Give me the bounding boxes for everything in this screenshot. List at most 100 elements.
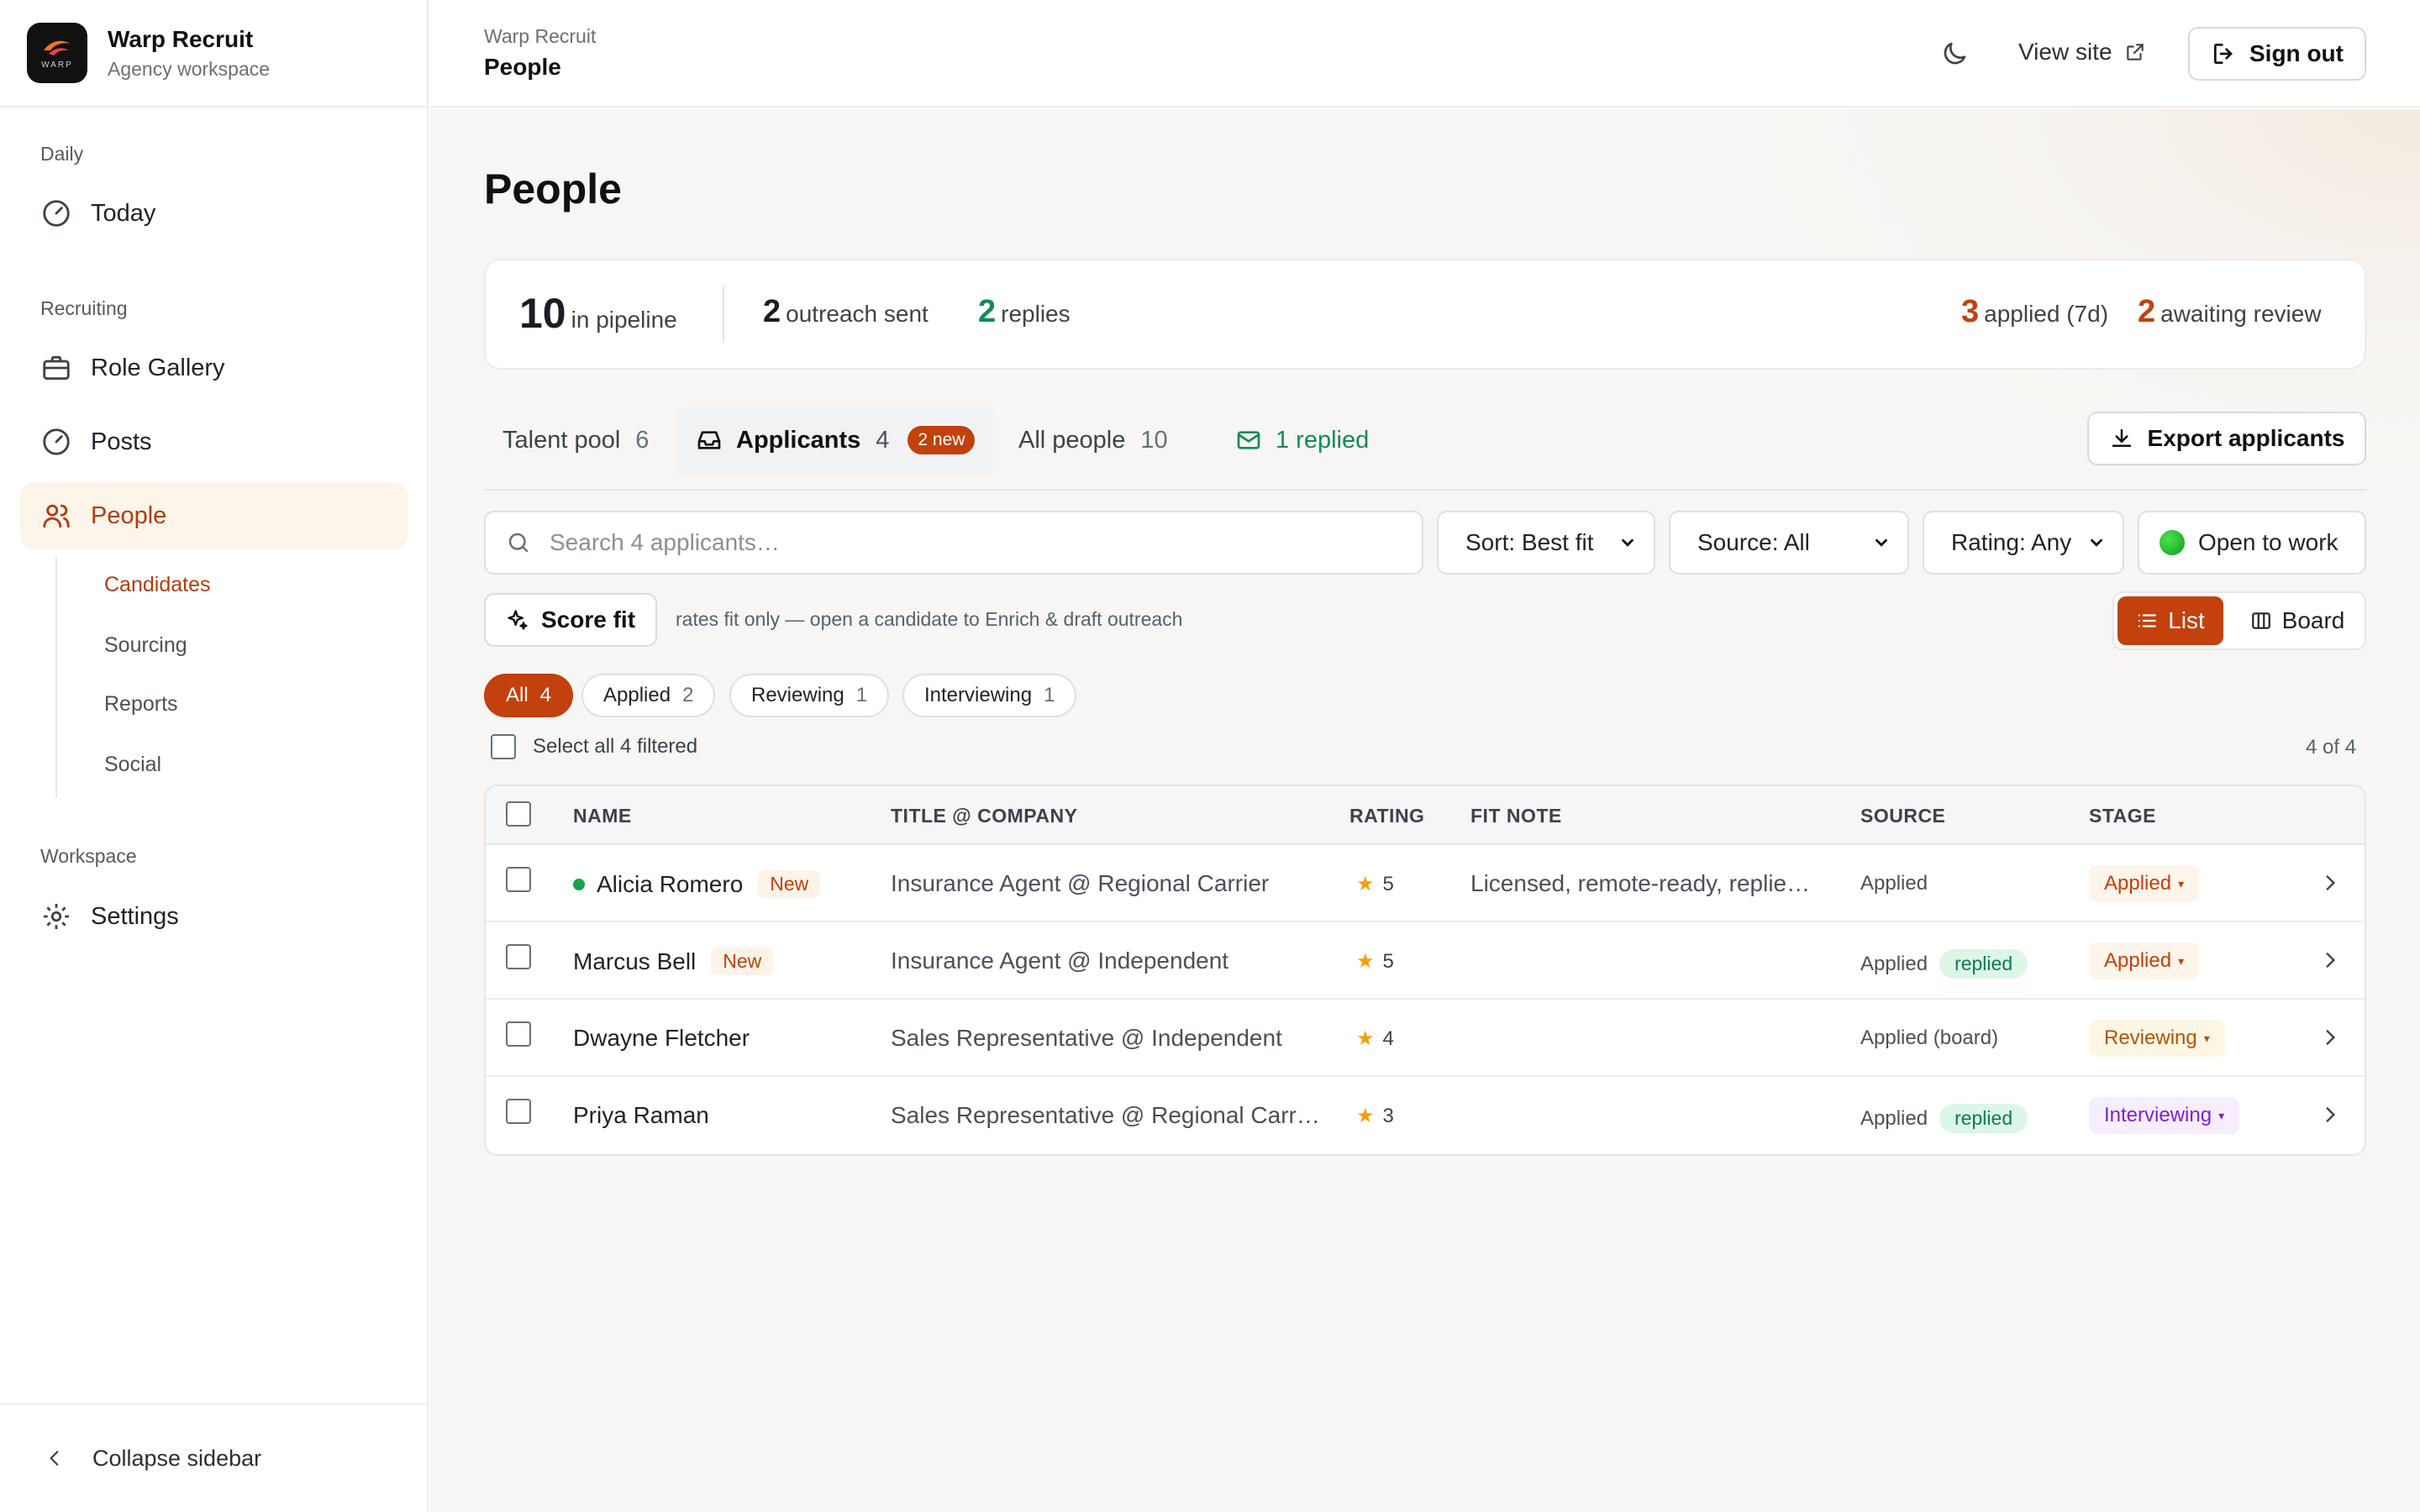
inbox-icon <box>697 431 721 449</box>
candidate-source: Applied (board) <box>1860 1026 1998 1050</box>
tab-all-people[interactable]: All people 10 <box>1018 407 1168 474</box>
candidate-name-cell: Alicia Romero New <box>573 870 821 898</box>
row-checkbox[interactable] <box>506 867 531 892</box>
fit-note: Licensed, remote-ready, replie… <box>1470 870 1811 896</box>
chevron-right-icon[interactable] <box>2319 1104 2341 1126</box>
score-fit-button[interactable]: Score fit <box>484 593 657 647</box>
table-row[interactable]: Priya Raman Sales Representative @ Regio… <box>486 1077 2365 1154</box>
tab-talent-pool[interactable]: Talent pool 6 <box>502 407 649 474</box>
sidebar-item-people[interactable]: People <box>20 482 408 549</box>
rating-value: 3 <box>1382 1105 1394 1127</box>
row-checkbox[interactable] <box>506 1021 531 1047</box>
stage-dropdown[interactable]: Applied ▾ <box>2089 865 2200 902</box>
chevron-down-icon <box>1622 538 1634 547</box>
candidate-name[interactable]: Dwayne Fletcher <box>573 1025 750 1052</box>
column-header-source[interactable]: SOURCE <box>1860 805 1945 827</box>
sidebar-item-settings[interactable]: Settings <box>20 883 408 950</box>
list-view-button[interactable]: List <box>2118 596 2223 645</box>
row-checkbox[interactable] <box>506 944 531 969</box>
tab-applicants[interactable]: Applicants 4 2 new <box>677 407 994 474</box>
sign-out-button[interactable]: Sign out <box>2188 27 2366 81</box>
stat-applied-label: applied (7d) <box>1984 301 2109 327</box>
open-to-work-toggle[interactable]: Open to work <box>2138 511 2366 575</box>
chevron-right-icon[interactable] <box>2319 949 2341 971</box>
stat-outreach-value: 2 <box>763 294 781 329</box>
header-checkbox[interactable] <box>506 801 531 827</box>
star-icon: ★ <box>1356 950 1375 973</box>
stage-dropdown[interactable]: Reviewing ▾ <box>2089 1020 2225 1057</box>
stage-chip-reviewing[interactable]: Reviewing 1 <box>729 674 890 717</box>
candidate-name[interactable]: Alicia Romero <box>597 871 743 898</box>
stage-dropdown[interactable]: Applied ▾ <box>2089 942 2200 979</box>
page-title: People <box>484 165 622 213</box>
columns-icon <box>2251 612 2270 629</box>
candidate-name[interactable]: Marcus Bell <box>573 948 696 975</box>
search-icon <box>508 533 529 553</box>
source-value: Applied <box>1860 952 1928 975</box>
view-site-link[interactable]: View site <box>2018 39 2146 66</box>
stage-dropdown[interactable]: Interviewing ▾ <box>2089 1097 2240 1134</box>
sidebar-item-posts[interactable]: Posts <box>20 408 408 475</box>
tab-replied[interactable]: 1 replied <box>1235 407 1369 474</box>
sidebar-item-role-gallery[interactable]: Role Gallery <box>20 334 408 402</box>
search-box[interactable] <box>484 511 1423 575</box>
candidate-source: Applied <box>1860 872 1928 895</box>
rating-select[interactable]: Rating: Any <box>1923 511 2124 575</box>
chevron-right-icon[interactable] <box>2319 872 2341 894</box>
column-header-stage[interactable]: STAGE <box>2089 805 2156 827</box>
brand[interactable]: WARP Warp Recruit Agency workspace <box>0 0 427 108</box>
candidate-rating: ★ 5 <box>1356 949 1394 974</box>
stage-chip-interviewing[interactable]: Interviewing 1 <box>902 674 1077 717</box>
stage-chip-all[interactable]: All 4 <box>484 674 574 717</box>
source-value: Applied (board) <box>1860 1026 1999 1049</box>
subnav-sourcing[interactable]: Sourcing <box>104 633 187 658</box>
column-header-name[interactable]: NAME <box>573 805 632 827</box>
people-subnav: Candidates Sourcing Reports Social <box>55 556 210 798</box>
table-row[interactable]: Dwayne Fletcher Sales Representative @ I… <box>486 1000 2365 1077</box>
table-row[interactable]: Alicia Romero New Insurance Agent @ Regi… <box>486 845 2365 922</box>
stat-pipeline-label: in pipeline <box>571 307 677 333</box>
export-applicants-button[interactable]: Export applicants <box>2087 412 2366 465</box>
chip-count: 1 <box>855 684 868 706</box>
stat-pipeline-value: 10 <box>519 290 566 337</box>
table-row[interactable]: Marcus Bell New Insurance Agent @ Indepe… <box>486 922 2365 1000</box>
row-checkbox[interactable] <box>506 1099 531 1124</box>
export-label: Export applicants <box>2147 425 2345 451</box>
warp-logo: WARP <box>27 23 87 83</box>
chip-label: All <box>506 684 529 706</box>
column-header-title[interactable]: TITLE @ COMPANY <box>891 805 1077 827</box>
chevron-right-icon[interactable] <box>2319 1026 2341 1048</box>
moon-icon[interactable] <box>1939 39 1970 69</box>
stage-value: Interviewing <box>2104 1104 2212 1126</box>
green-dot-icon <box>2160 530 2185 555</box>
select-all-filtered[interactable]: Select all 4 filtered <box>491 734 697 759</box>
column-header-rating[interactable]: RATING <box>1349 805 1424 827</box>
breadcrumb-app[interactable]: Warp Recruit <box>484 25 596 48</box>
sidebar-item-today[interactable]: Today <box>20 180 408 247</box>
tab-label: Applicants <box>736 426 861 454</box>
candidate-rating: ★ 3 <box>1356 1104 1394 1128</box>
list-view-label: List <box>2168 607 2205 633</box>
subnav-reports[interactable]: Reports <box>104 692 178 717</box>
subnav-candidates[interactable]: Candidates <box>104 573 210 597</box>
tab-label: All people <box>1018 426 1126 454</box>
subnav-social[interactable]: Social <box>104 753 161 777</box>
tabs-divider <box>484 489 2366 491</box>
source-select[interactable]: Source: All <box>1669 511 1909 575</box>
collapse-sidebar-button[interactable]: Collapse sidebar <box>0 1403 427 1512</box>
stage-value: Applied <box>2104 872 2172 895</box>
candidate-name[interactable]: Priya Raman <box>573 1102 709 1129</box>
board-view-button[interactable]: Board <box>2232 596 2363 645</box>
column-header-fit-note[interactable]: FIT NOTE <box>1470 805 1562 827</box>
candidate-source: Applied replied <box>1860 1104 2028 1133</box>
stage-chip-applied[interactable]: Applied 2 <box>581 674 716 717</box>
search-input[interactable] <box>550 529 1306 556</box>
candidate-title: Insurance Agent @ Independent <box>891 948 1229 974</box>
sparkles-icon <box>508 610 528 630</box>
rating-value: Rating: Any <box>1951 529 2072 555</box>
sort-select[interactable]: Sort: Best fit <box>1437 511 1655 575</box>
caret-down-icon: ▾ <box>2178 876 2185 890</box>
select-all-checkbox[interactable] <box>491 734 516 759</box>
star-icon: ★ <box>1356 873 1375 895</box>
chip-count: 2 <box>682 684 694 706</box>
